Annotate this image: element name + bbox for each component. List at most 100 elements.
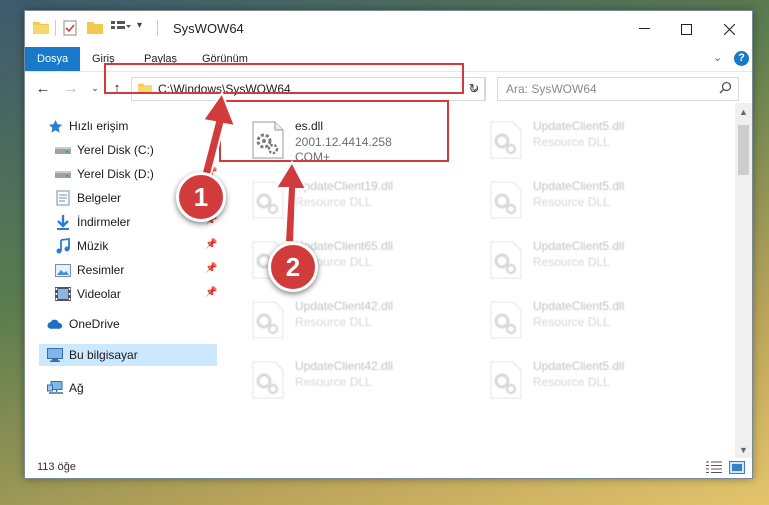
sidebar-item-label: Bu bilgisayar — [69, 348, 138, 362]
file-item[interactable]: UpdateClient19.dll Resource DLL — [245, 173, 455, 225]
refresh-icon[interactable]: ↻ — [463, 77, 486, 101]
sidebar-item-label: Resimler — [77, 263, 125, 277]
step-2-badge: 2 — [268, 242, 318, 292]
sidebar-item-label: Videolar — [77, 287, 121, 301]
dll-file-icon — [251, 361, 285, 402]
sidebar-item-onedrive[interactable]: OneDrive — [47, 313, 120, 335]
sidebar-item-pictures[interactable]: Resimler — [55, 259, 124, 281]
sidebar-item-music[interactable]: Müzik — [55, 235, 108, 257]
dll-file-icon — [489, 121, 523, 162]
network-icon — [47, 380, 63, 396]
file-name: UpdateClient42.dll — [295, 299, 394, 313]
file-item[interactable]: UpdateClient42.dll Resource DLL — [245, 293, 455, 345]
cloud-icon — [47, 316, 63, 332]
pin-icon[interactable]: 📌 — [205, 143, 217, 154]
dll-file-icon — [489, 301, 523, 342]
dll-file-icon — [489, 181, 523, 222]
help-icon[interactable]: ? — [734, 51, 749, 66]
status-bar: 113 öğe — [25, 458, 752, 478]
file-description: Resource DLL — [533, 135, 610, 149]
dll-file-icon — [489, 241, 523, 282]
sidebar-item-label: Belgeler — [77, 191, 122, 205]
sidebar-item-documents[interactable]: Belgeler — [55, 187, 121, 209]
video-icon — [55, 286, 71, 302]
pin-icon[interactable]: 📌 — [205, 263, 217, 274]
drive-icon — [55, 142, 71, 158]
sidebar-item-downloads[interactable]: İndirmeler — [55, 211, 130, 233]
file-description: Resource DLL — [295, 315, 372, 329]
computer-icon — [47, 347, 63, 363]
tab-dosya[interactable]: Dosya — [25, 47, 81, 71]
folder-icon — [33, 20, 49, 34]
scrollbar-thumb[interactable] — [738, 125, 749, 175]
file-name: UpdateClient5.dll — [533, 239, 625, 253]
recent-locations-icon[interactable]: ⌄ — [85, 78, 105, 98]
download-icon — [55, 214, 71, 230]
minimize-icon[interactable] — [626, 15, 662, 43]
file-description: Resource DLL — [295, 195, 372, 209]
file-name: UpdateClient5.dll — [533, 179, 625, 193]
sidebar-item-label: Müzik — [77, 239, 109, 253]
file-description: Resource DLL — [533, 195, 610, 209]
new-folder-icon[interactable] — [87, 20, 103, 34]
file-item[interactable]: UpdateClient5.dll Resource DLL — [483, 353, 693, 405]
file-item[interactable]: UpdateClient5.dll Resource DLL — [483, 173, 693, 225]
file-description: Resource DLL — [295, 375, 372, 389]
scroll-down-icon[interactable]: ▼ — [735, 441, 752, 458]
maximize-icon[interactable] — [668, 15, 704, 43]
search-input[interactable]: Ara: SysWOW64 — [497, 77, 739, 101]
item-count: 113 öğe — [37, 461, 76, 473]
file-description: Resource DLL — [533, 315, 610, 329]
window-title: SysWOW64 — [173, 21, 244, 36]
pin-icon[interactable]: 📌 — [205, 287, 217, 298]
file-name: UpdateClient19.dll — [295, 179, 394, 193]
pictures-icon — [55, 262, 71, 278]
customize-icon[interactable] — [111, 20, 131, 34]
file-name: UpdateClient42.dll — [295, 359, 394, 373]
properties-icon[interactable] — [63, 20, 77, 36]
sidebar-item-disk-d[interactable]: Yerel Disk (D:) — [55, 163, 154, 185]
sidebar-item-label: Yerel Disk (C:) — [77, 143, 154, 157]
documents-icon — [55, 190, 71, 206]
music-icon — [55, 238, 71, 254]
dll-file-icon — [251, 181, 285, 222]
file-description: Resource DLL — [533, 255, 610, 269]
sidebar-item-label: İndirmeler — [77, 215, 131, 229]
drive-icon — [55, 166, 71, 182]
sidebar-item-quick-access[interactable]: Hızlı erişim — [47, 115, 128, 137]
sidebar-item-label: Hızlı erişim — [69, 119, 129, 133]
dll-file-icon — [251, 301, 285, 342]
search-placeholder: Ara: SysWOW64 — [506, 82, 597, 96]
scroll-up-icon[interactable]: ▲ — [735, 103, 752, 120]
vertical-scrollbar[interactable]: ▲ ▼ — [735, 103, 752, 458]
close-icon[interactable] — [711, 15, 747, 43]
sidebar-item-videos[interactable]: Videolar — [55, 283, 121, 305]
pin-icon[interactable]: 📌 — [205, 239, 217, 250]
back-icon[interactable]: ← — [33, 78, 53, 98]
star-icon — [47, 118, 63, 134]
details-view-icon[interactable] — [706, 461, 722, 474]
step-1-badge: 1 — [176, 172, 226, 222]
file-item[interactable]: UpdateClient42.dll Resource DLL — [245, 353, 455, 405]
sidebar-item-label: OneDrive — [69, 317, 120, 331]
sidebar-item-disk-c[interactable]: Yerel Disk (C:) — [55, 139, 154, 161]
file-item[interactable]: UpdateClient5.dll Resource DLL — [483, 113, 693, 165]
quick-access-dropdown-icon[interactable]: ▾ — [137, 20, 142, 31]
address-bar-highlight — [104, 63, 464, 94]
file-name: UpdateClient5.dll — [533, 119, 625, 133]
title-bar: ▾ SysWOW64 — [25, 11, 752, 47]
tiles-view-icon[interactable] — [729, 461, 745, 474]
file-name: UpdateClient5.dll — [533, 359, 625, 373]
expand-ribbon-icon[interactable]: ⌄ — [713, 51, 722, 64]
file-description: Resource DLL — [533, 375, 610, 389]
file-item[interactable]: UpdateClient5.dll Resource DLL — [483, 293, 693, 345]
dll-file-icon — [489, 361, 523, 402]
sidebar-item-network[interactable]: Ağ — [47, 377, 84, 399]
sidebar-item-label: Yerel Disk (D:) — [77, 167, 154, 181]
search-icon[interactable] — [719, 81, 732, 97]
file-highlight — [219, 100, 449, 162]
file-item[interactable]: UpdateClient5.dll Resource DLL — [483, 233, 693, 285]
sidebar-item-label: Ağ — [69, 381, 84, 395]
forward-icon[interactable]: → — [61, 78, 81, 98]
sidebar-item-this-pc[interactable]: Bu bilgisayar — [39, 344, 217, 366]
